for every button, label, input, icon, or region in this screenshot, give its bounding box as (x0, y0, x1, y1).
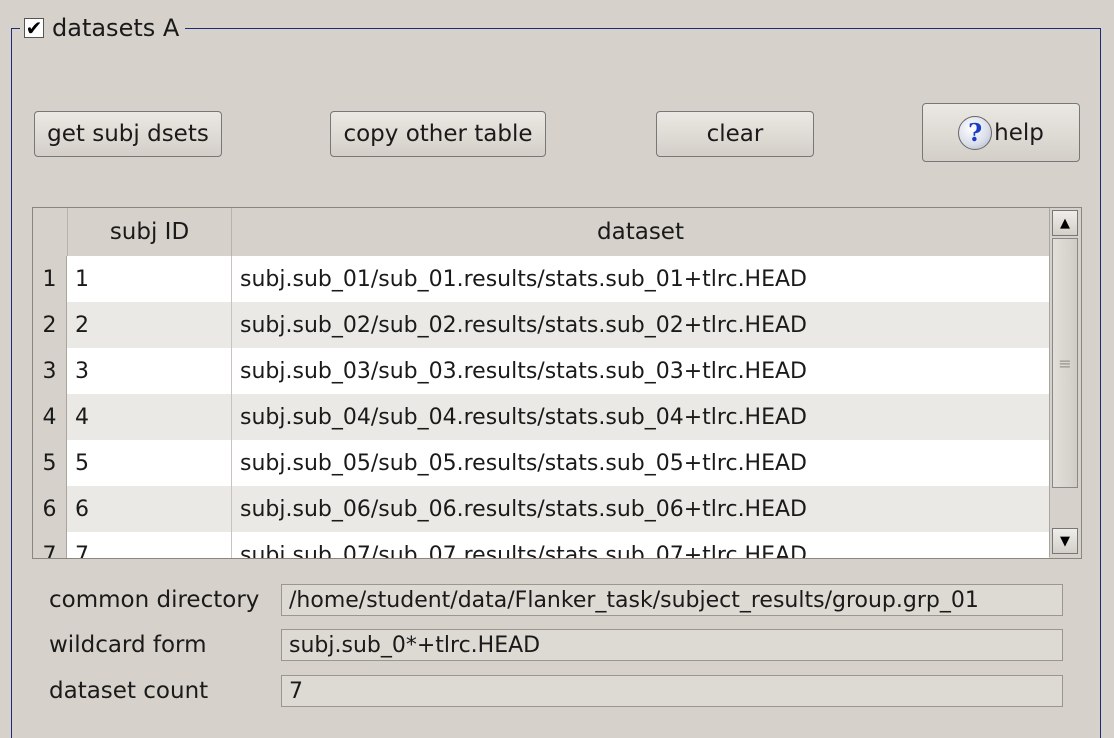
wildcard-form-label: wildcard form (49, 632, 207, 658)
row-number: 4 (33, 394, 67, 440)
datasets-a-checkbox[interactable]: ✔ (24, 18, 44, 38)
group-title: datasets A (52, 14, 180, 42)
help-icon: ? (958, 115, 993, 150)
copy-other-table-button[interactable]: copy other table (330, 111, 546, 157)
scroll-down-arrow-icon[interactable]: ▼ (1052, 528, 1078, 554)
checkmark-icon: ✔ (25, 16, 43, 40)
table-header: subj ID dataset (33, 208, 1049, 257)
row-number: 6 (33, 486, 67, 532)
dataset-count-field[interactable]: 7 (281, 675, 1063, 707)
datasets-table: subj ID dataset 1 1 subj.sub_01/sub_01.r… (32, 207, 1082, 559)
table-row[interactable]: 7 7 subj.sub_07/sub_07.results/stats.sub… (33, 532, 1049, 558)
subj-id-cell[interactable]: 5 (67, 440, 232, 486)
subj-id-cell[interactable]: 3 (67, 348, 232, 394)
row-number: 1 (33, 256, 67, 302)
dataset-cell[interactable]: subj.sub_06/sub_06.results/stats.sub_06+… (232, 486, 1049, 532)
dataset-count-label: dataset count (49, 678, 209, 704)
dataset-cell[interactable]: subj.sub_03/sub_03.results/stats.sub_03+… (232, 348, 1049, 394)
column-header-dataset[interactable]: dataset (232, 208, 1049, 256)
dataset-cell[interactable]: subj.sub_01/sub_01.results/stats.sub_01+… (232, 256, 1049, 302)
help-button[interactable]: ? help (922, 103, 1080, 162)
datasets-a-panel: ✔ datasets A get subj dsets copy other t… (0, 0, 1114, 738)
table-vertical-scrollbar[interactable]: ▲ ≡ ▼ (1049, 208, 1081, 557)
common-directory-field[interactable]: /home/student/data/Flanker_task/subject_… (281, 584, 1063, 616)
get-subj-dsets-button[interactable]: get subj dsets (34, 111, 222, 157)
dataset-cell[interactable]: subj.sub_04/sub_04.results/stats.sub_04+… (232, 394, 1049, 440)
help-button-label: help (994, 119, 1044, 146)
row-number: 2 (33, 302, 67, 348)
row-number: 5 (33, 440, 67, 486)
table-row[interactable]: 5 5 subj.sub_05/sub_05.results/stats.sub… (33, 440, 1049, 486)
group-legend: ✔ datasets A (20, 12, 186, 44)
subj-id-cell[interactable]: 6 (67, 486, 232, 532)
row-number: 7 (33, 532, 67, 558)
table-row[interactable]: 4 4 subj.sub_04/sub_04.results/stats.sub… (33, 394, 1049, 440)
table-body: 1 1 subj.sub_01/sub_01.results/stats.sub… (33, 256, 1049, 558)
table-row[interactable]: 6 6 subj.sub_06/sub_06.results/stats.sub… (33, 486, 1049, 532)
common-directory-label: common directory (49, 587, 260, 613)
wildcard-form-field[interactable]: subj.sub_0*+tlrc.HEAD (281, 629, 1063, 661)
table-row[interactable]: 2 2 subj.sub_02/sub_02.results/stats.sub… (33, 302, 1049, 348)
dataset-cell[interactable]: subj.sub_05/sub_05.results/stats.sub_05+… (232, 440, 1049, 486)
subj-id-cell[interactable]: 1 (67, 256, 232, 302)
dataset-cell[interactable]: subj.sub_07/sub_07.results/stats.sub_07+… (232, 532, 1049, 558)
table-row[interactable]: 1 1 subj.sub_01/sub_01.results/stats.sub… (33, 256, 1049, 302)
row-number: 3 (33, 348, 67, 394)
subj-id-cell[interactable]: 2 (67, 302, 232, 348)
clear-button[interactable]: clear (656, 111, 814, 157)
scrollbar-thumb[interactable]: ≡ (1052, 238, 1078, 488)
subj-id-cell[interactable]: 4 (67, 394, 232, 440)
table-row[interactable]: 3 3 subj.sub_03/sub_03.results/stats.sub… (33, 348, 1049, 394)
column-header-subj-id[interactable]: subj ID (68, 208, 232, 256)
dataset-cell[interactable]: subj.sub_02/sub_02.results/stats.sub_02+… (232, 302, 1049, 348)
subj-id-cell[interactable]: 7 (67, 532, 232, 558)
row-number-header (33, 208, 68, 256)
grip-icon: ≡ (1058, 353, 1072, 373)
scroll-up-arrow-icon[interactable]: ▲ (1052, 210, 1078, 236)
